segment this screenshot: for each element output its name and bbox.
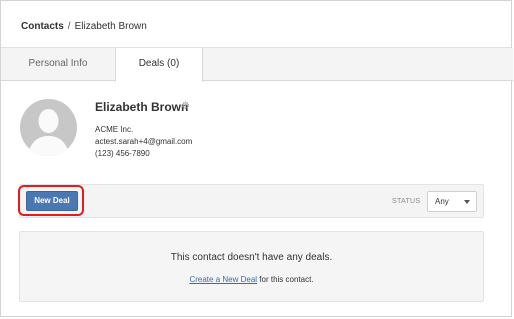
contact-name: Elizabeth Brown: [95, 100, 189, 114]
breadcrumb-contacts-link[interactable]: Contacts: [21, 21, 64, 32]
contact-page: Contacts / Elizabeth Brown Personal Info D…: [0, 0, 513, 317]
breadcrumb-current: Elizabeth Brown: [74, 21, 147, 32]
create-new-deal-link[interactable]: Create a New Deal: [189, 275, 257, 284]
empty-state-panel: This contact doesn't have any deals. Cre…: [19, 231, 484, 302]
contact-company: ACME Inc.: [95, 125, 134, 134]
empty-state-subtext: Create a New Deal for this contact.: [20, 275, 483, 284]
contact-email: actest.sarah+4@gmail.com: [95, 137, 193, 146]
avatar: [20, 99, 77, 156]
status-label: STATUS: [392, 198, 421, 205]
tab-personal-info[interactable]: Personal Info: [1, 48, 115, 81]
breadcrumb: Contacts / Elizabeth Brown: [21, 21, 147, 32]
chevron-down-icon: [464, 200, 470, 204]
breadcrumb-separator: /: [67, 21, 71, 32]
tab-bar: Personal Info Deals (0): [1, 48, 513, 82]
contact-phone: (123) 456-7890: [95, 149, 150, 158]
gear-icon[interactable]: ⚙: [181, 101, 190, 112]
empty-state-suffix: for this contact.: [257, 275, 314, 284]
user-silhouette-icon: [28, 109, 69, 156]
status-select-value: Any: [435, 197, 449, 206]
tab-deals[interactable]: Deals (0): [115, 48, 203, 82]
empty-state-message: This contact doesn't have any deals.: [170, 252, 333, 263]
new-deal-button[interactable]: New Deal: [26, 191, 78, 211]
status-select[interactable]: Any: [427, 191, 477, 212]
